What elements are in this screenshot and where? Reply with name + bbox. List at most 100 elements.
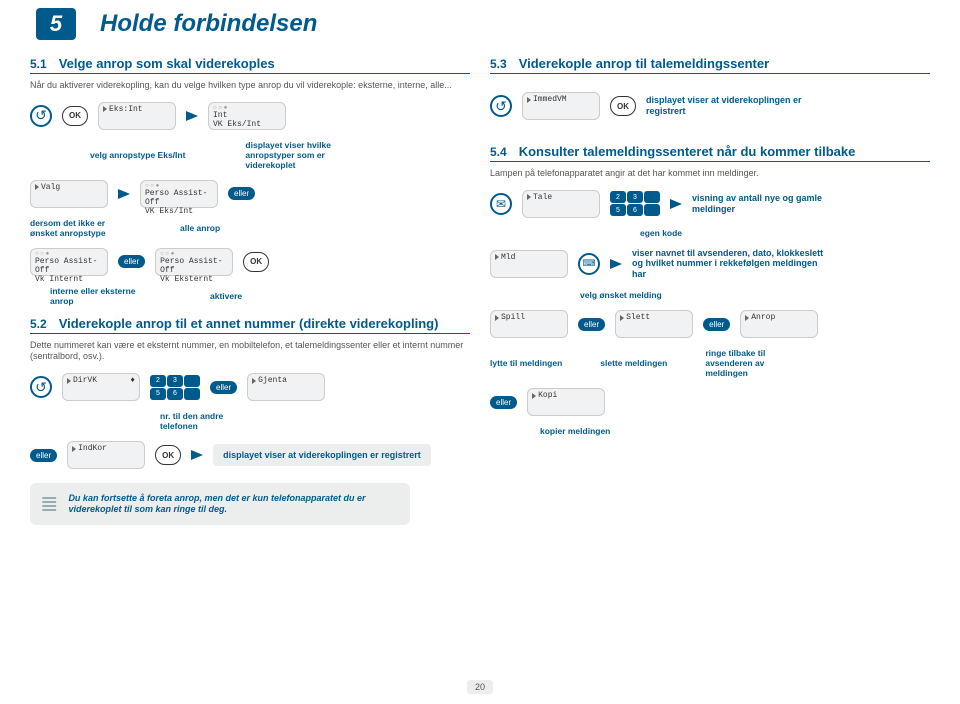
label-alle-anrop: alle anrop — [180, 223, 220, 233]
display-text: Perso Assist-Off — [145, 189, 213, 207]
display-text: Perso Assist-Off — [35, 257, 103, 275]
ok-button[interactable]: OK — [62, 106, 88, 126]
section-title: Velge anrop som skal viderekoples — [59, 56, 275, 71]
result-text: displayet viser at viderekoplingen er re… — [646, 95, 806, 117]
label-displayinfo: displayet viser hvilke anropstyper som e… — [245, 140, 345, 170]
label-ikke-onsket: dersom det ikke er ønsket anropstype — [30, 218, 120, 238]
page-number: 20 — [467, 680, 493, 694]
arrow-icon — [191, 450, 203, 460]
footer-text: Du kan fortsette å foreta anrop, men det… — [68, 493, 400, 515]
mail-icon — [490, 193, 512, 215]
label-aktivere: aktivere — [210, 291, 242, 301]
chapter-header: 5 Holde forbindelsen — [0, 0, 960, 56]
chapter-number: 5 — [36, 8, 76, 40]
left-column: 5.1 Velge anrop som skal viderekoples Nå… — [30, 56, 470, 525]
section-5-2-header: 5.2 Viderekople anrop til et annet numme… — [30, 316, 470, 334]
arrow-icon — [670, 199, 682, 209]
keypad-icon: 23 56 — [150, 375, 200, 400]
eller-pill: eller — [210, 381, 237, 394]
display-text: Slett — [626, 313, 650, 322]
footer-note: ≣ Du kan fortsette å foreta anrop, men d… — [30, 483, 410, 525]
label-ringe: ringe tilbake til avsenderen av meldinge… — [705, 348, 805, 378]
display-text: IndKor — [78, 444, 107, 453]
display-int-vk: ○ ○ ● Int VK Eks/Int — [208, 102, 286, 130]
ok-button[interactable]: OK — [610, 96, 636, 116]
label-slette: slette meldingen — [600, 358, 667, 368]
section-5-4-intro: Lampen på telefonapparatet angir at det … — [490, 168, 930, 180]
note-icon: ≣ — [40, 491, 58, 517]
label-anropstype: velg anropstype Eks/Int — [90, 150, 185, 160]
result-box: displayet viser at viderekoplingen er re… — [213, 444, 431, 467]
display-anrop: Anrop — [740, 310, 818, 338]
section-number: 5.2 — [30, 317, 47, 331]
arrow-icon — [186, 111, 198, 121]
section-number: 5.1 — [30, 57, 47, 71]
display-text: VK Eks/Int — [213, 120, 281, 129]
label-kopier: kopier meldingen — [540, 426, 610, 436]
eller-pill: eller — [228, 187, 255, 200]
display-gjenta: Gjenta — [247, 373, 325, 401]
display-indkor: IndKor — [67, 441, 145, 469]
ok-button[interactable]: OK — [243, 252, 269, 272]
display-dirvk: DirVK♦ — [62, 373, 140, 401]
result-text: viser navnet til avsenderen, dato, klokk… — [632, 248, 832, 280]
display-text: Vk Internt — [35, 275, 103, 284]
right-column: 5.3 Viderekople anrop til talemeldingsse… — [490, 56, 930, 525]
label-egen-kode: egen kode — [640, 228, 682, 238]
section-title: Viderekople anrop til talemeldingssenter — [519, 56, 769, 71]
display-text: Spill — [501, 313, 525, 322]
section-5-4-header: 5.4 Konsulter talemeldingssenteret når d… — [490, 144, 930, 162]
display-text: Mld — [501, 253, 515, 262]
display-perso1: ○ ○ ● Perso Assist-Off VK Eks/Int — [140, 180, 218, 208]
display-eksternt: ○ ○ ● Perso Assist-Off Vk Eksternt — [155, 248, 233, 276]
keypad-icon: 23 56 — [610, 191, 660, 216]
section-5-1-intro: Når du aktiverer viderekopling, kan du v… — [30, 80, 470, 92]
navigator-icon — [578, 253, 600, 275]
label-nr-andre: nr. til den andre telefonen — [160, 411, 260, 431]
eller-pill: eller — [578, 318, 605, 331]
section-5-1-header: 5.1 Velge anrop som skal viderekoples — [30, 56, 470, 74]
display-text: DirVK — [73, 376, 97, 385]
eller-pill: eller — [30, 449, 57, 462]
display-text: Perso Assist-Off — [160, 257, 228, 275]
section-number: 5.4 — [490, 145, 507, 159]
display-internt: ○ ○ ● Perso Assist-Off Vk Internt — [30, 248, 108, 276]
display-text: Kopi — [538, 391, 557, 400]
section-number: 5.3 — [490, 57, 507, 71]
section-title: Viderekople anrop til et annet nummer (d… — [59, 316, 439, 331]
label-velg-melding: velg ønsket melding — [580, 290, 662, 300]
display-text: Anrop — [751, 313, 775, 322]
display-text: Valg — [41, 183, 60, 192]
label-int-ext: interne eller eksterne anrop — [50, 286, 150, 306]
display-immedvm: ImmedVM — [522, 92, 600, 120]
display-mld: Mld — [490, 250, 568, 278]
display-tale: Tale — [522, 190, 600, 218]
display-text: Vk Eksternt — [160, 275, 228, 284]
eller-pill: eller — [118, 255, 145, 268]
section-5-2-intro: Dette nummeret kan være et eksternt numm… — [30, 340, 470, 363]
display-valg: Valg — [30, 180, 108, 208]
section-title: Konsulter talemeldingssenteret når du ko… — [519, 144, 856, 159]
display-text: ImmedVM — [533, 95, 567, 104]
arrow-icon — [610, 259, 622, 269]
label-lytte: lytte til meldingen — [490, 358, 562, 368]
display-text: Gjenta — [258, 376, 287, 385]
section-5-3-header: 5.3 Viderekople anrop til talemeldingsse… — [490, 56, 930, 74]
refresh-icon — [490, 95, 512, 117]
display-text: Eks:Int — [109, 105, 143, 114]
refresh-icon — [30, 105, 52, 127]
display-eksint: Eks:Int — [98, 102, 176, 130]
display-kopi: Kopi — [527, 388, 605, 416]
display-text: Tale — [533, 193, 552, 202]
arrow-icon — [118, 189, 130, 199]
ok-button[interactable]: OK — [155, 445, 181, 465]
eller-pill: eller — [703, 318, 730, 331]
display-text: VK Eks/Int — [145, 207, 213, 216]
result-text: visning av antall nye og gamle meldinger — [692, 193, 852, 215]
refresh-icon — [30, 376, 52, 398]
chapter-title: Holde forbindelsen — [100, 10, 317, 38]
display-text: Int — [213, 111, 281, 120]
display-slett: Slett — [615, 310, 693, 338]
eller-pill: eller — [490, 396, 517, 409]
display-spill: Spill — [490, 310, 568, 338]
